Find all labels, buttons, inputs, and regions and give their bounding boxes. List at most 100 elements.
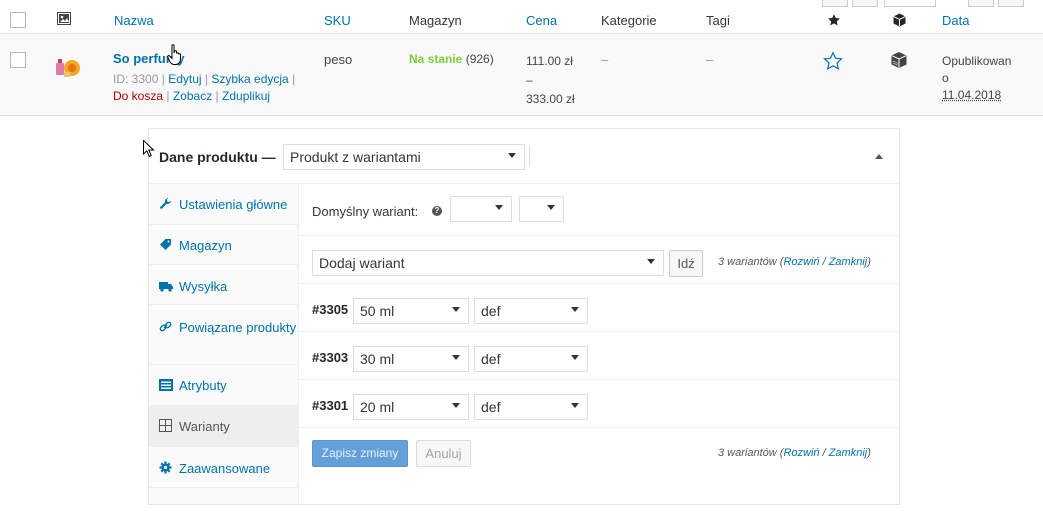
- column-header-stock: Magazyn: [409, 13, 462, 28]
- chevron-down-icon: [452, 403, 460, 408]
- default-variant-select-2[interactable]: [519, 196, 564, 222]
- save-changes-button[interactable]: Zapisz zmiany: [312, 440, 408, 467]
- variation-id: #3301: [312, 398, 349, 413]
- chevron-down-icon: [495, 205, 503, 210]
- publish-status: Opublikowan: [942, 54, 1012, 68]
- product-type-select[interactable]: Produkt z wariantami: [283, 144, 525, 170]
- product-id: ID: 3300: [113, 72, 159, 86]
- tab-label: Warianty: [179, 419, 230, 434]
- price-to: 333.00 zł: [526, 92, 575, 106]
- variation-size-value: 20 ml: [360, 399, 395, 415]
- variation-attribute-select[interactable]: def: [474, 394, 588, 420]
- product-thumbnail[interactable]: [53, 54, 83, 83]
- collapse-panel-icon[interactable]: [875, 154, 883, 159]
- go-button[interactable]: Idź: [669, 250, 703, 277]
- product-data-tabs: Ustawienia główne Magazyn Wysyłka Powiąz…: [149, 184, 299, 504]
- variation-attribute-select[interactable]: def: [474, 298, 588, 324]
- product-data-header: Dane produktu — Produkt z wariantami: [149, 129, 899, 184]
- variation-size-select[interactable]: 20 ml: [353, 394, 469, 420]
- default-variant-label: Domyślny wariant:: [312, 204, 419, 219]
- chevron-down-icon: [647, 259, 655, 264]
- tab-inventory[interactable]: Magazyn: [149, 225, 298, 265]
- variant-count: 3 wariantów: [718, 256, 777, 268]
- variation-row[interactable]: #3305 50 ml def: [299, 284, 899, 332]
- variant-count-note: 3 wariantów (Rozwiń / Zamknij): [718, 256, 871, 268]
- table-header-row: Nazwa SKU Magazyn Cena Kategorie Tagi Da…: [0, 6, 1043, 34]
- variation-attribute-select[interactable]: def: [474, 346, 588, 372]
- stock-status: Na stanie: [409, 52, 463, 66]
- divider: [529, 146, 530, 166]
- table-row: So perfumy ID: 3300 | Edytuj | Szybka ed…: [0, 34, 1043, 116]
- add-variant-select[interactable]: Dodaj wariant: [312, 250, 664, 276]
- tab-linked-products[interactable]: Powiązane produkty: [149, 305, 298, 365]
- variations-toolbar: Zapisz zmiany Anuluj 3 wariantów (Rozwiń…: [299, 428, 899, 476]
- default-variant-row: Domyślny wariant: ?: [299, 184, 899, 236]
- featured-column-icon[interactable]: [827, 13, 841, 30]
- tab-label: Wysyłka: [179, 279, 228, 294]
- tab-attributes[interactable]: Atrybuty: [149, 365, 298, 406]
- row-checkbox[interactable]: [10, 52, 26, 68]
- cancel-button[interactable]: Anuluj: [416, 440, 471, 467]
- publish-status-cont: o: [942, 71, 949, 85]
- price-from: 111.00 zł: [526, 54, 573, 68]
- chevron-down-icon: [571, 307, 579, 312]
- select-all-checkbox[interactable]: [10, 12, 26, 28]
- chevron-down-icon: [452, 307, 460, 312]
- tab-general[interactable]: Ustawienia główne: [149, 184, 298, 225]
- product-sku: peso: [324, 52, 353, 67]
- tab-label: Atrybuty: [179, 378, 227, 393]
- publish-date: 11.04.2018: [942, 88, 1002, 102]
- variation-row[interactable]: #3301 20 ml def: [299, 380, 899, 428]
- separator: |: [292, 72, 296, 86]
- tab-advanced[interactable]: Zaawansowane: [149, 447, 298, 488]
- product-data-title: Dane produktu —: [159, 149, 276, 165]
- variation-size-value: 50 ml: [360, 303, 395, 319]
- tab-variations[interactable]: Warianty: [149, 406, 298, 447]
- variation-size-select[interactable]: 30 ml: [353, 346, 469, 372]
- grid-icon: [159, 419, 173, 432]
- variation-row[interactable]: #3303 30 ml def: [299, 332, 899, 380]
- column-header-price[interactable]: Cena: [526, 13, 557, 28]
- tab-label: Ustawienia główne: [179, 197, 288, 212]
- tags-value: –: [706, 52, 714, 67]
- image-column-icon: [57, 12, 71, 28]
- collapse-link[interactable]: Zamknij: [829, 256, 868, 268]
- expand-link[interactable]: Rozwiń: [783, 256, 819, 268]
- column-header-sku[interactable]: SKU: [324, 13, 351, 28]
- date-cell: Opublikowan o 11.04.2018: [942, 53, 1011, 104]
- stock-count: (926): [465, 52, 494, 66]
- variation-size-value: 30 ml: [360, 351, 395, 367]
- default-variant-select-1[interactable]: [450, 196, 512, 222]
- separator: |: [161, 72, 165, 86]
- stock-cell: Na stanie (926): [409, 52, 494, 66]
- product-type-column-icon: [893, 13, 906, 30]
- variant-count: 3 wariantów: [718, 447, 777, 459]
- column-header-date[interactable]: Data: [942, 13, 969, 28]
- trash-link[interactable]: Do kosza: [113, 89, 163, 103]
- arrow-cursor-icon: [143, 139, 155, 161]
- variant-count-note: 3 wariantów (Rozwiń / Zamknij): [718, 447, 871, 459]
- column-header-name[interactable]: Nazwa: [114, 13, 154, 28]
- variable-product-icon: [890, 51, 908, 72]
- variation-size-select[interactable]: 50 ml: [353, 298, 469, 324]
- featured-star-icon[interactable]: [823, 51, 843, 74]
- column-header-tags: Tagi: [706, 13, 730, 28]
- row-actions: ID: 3300 | Edytuj | Szybka edycja | Do k…: [113, 71, 313, 105]
- product-data-panel: Dane produktu — Produkt z wariantami Ust…: [148, 128, 900, 505]
- variation-attribute-value: def: [481, 351, 501, 367]
- expand-link[interactable]: Rozwiń: [783, 447, 819, 459]
- collapse-link[interactable]: Zamknij: [829, 447, 868, 459]
- edit-link[interactable]: Edytuj: [168, 72, 201, 86]
- variation-attribute-value: def: [481, 303, 501, 319]
- quick-edit-link[interactable]: Szybka edycja: [211, 72, 288, 86]
- hand-cursor-icon: [167, 44, 183, 69]
- variation-id: #3305: [312, 302, 349, 317]
- view-link[interactable]: Zobacz: [173, 89, 212, 103]
- tab-shipping[interactable]: Wysyłka: [149, 265, 298, 305]
- separator: |: [215, 89, 219, 103]
- truck-icon: [159, 280, 173, 292]
- slash: /: [822, 256, 826, 268]
- help-icon[interactable]: ?: [432, 206, 442, 216]
- duplicate-link[interactable]: Zduplikuj: [222, 89, 270, 103]
- categories-value: –: [601, 52, 609, 67]
